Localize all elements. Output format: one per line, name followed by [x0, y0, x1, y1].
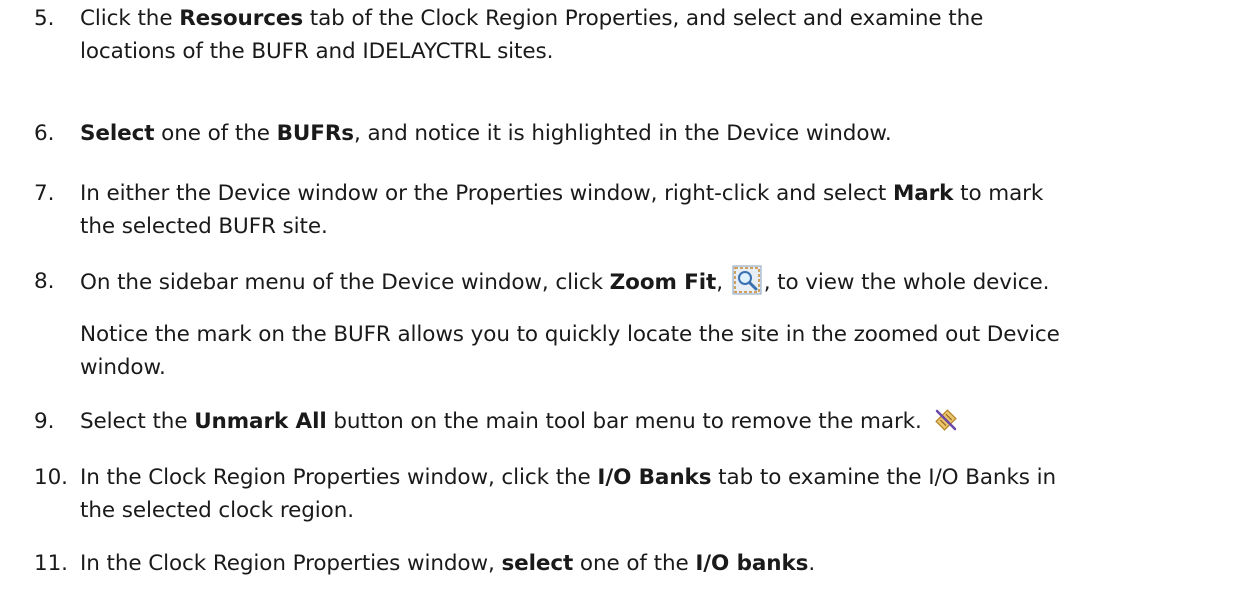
step-number: 8. — [34, 269, 55, 294]
unmark-all-icon — [932, 406, 960, 444]
text-run: to mark — [953, 181, 1044, 206]
text-run: window. — [80, 355, 166, 380]
text-run: In the Clock Region Properties window, — [80, 551, 502, 576]
bold-term: Resources — [179, 6, 304, 31]
text-run: Click the — [80, 6, 180, 31]
step-number: 6. — [34, 121, 55, 146]
bold-term: I/O Banks — [597, 465, 712, 490]
bold-term: Zoom Fit — [609, 270, 717, 295]
step-number: 11. — [34, 551, 68, 576]
text-run: In the Clock Region Properties window, c… — [80, 465, 598, 490]
text-run: locations of the BUFR and IDELAYCTRL sit… — [80, 39, 554, 64]
text-run: , — [716, 270, 730, 295]
step-number: 5. — [34, 6, 55, 31]
note-paragraph: Notice the mark on the BUFR allows you t… — [80, 318, 1250, 384]
document-page: 5. Click the Resources tab of the Clock … — [0, 0, 1252, 609]
step-number: 7. — [34, 181, 55, 206]
bold-term: Select — [80, 121, 155, 146]
text-run: Notice the mark on the BUFR allows you t… — [80, 322, 1060, 347]
step-text: Click the Resources tab of the Clock Reg… — [80, 2, 1240, 68]
text-run: In either the Device window or the Prope… — [80, 181, 893, 206]
text-run: , and notice it is highlighted in the De… — [354, 121, 892, 146]
text-run: the selected clock region. — [80, 498, 354, 523]
step-number: 9. — [34, 409, 55, 434]
text-run: one of the — [573, 551, 696, 576]
step-number: 10. — [34, 465, 68, 490]
bold-term: I/O banks — [695, 551, 809, 576]
text-run: the selected BUFR site. — [80, 214, 328, 239]
step-text: In the Clock Region Properties window, s… — [80, 547, 1240, 580]
bold-term: Unmark All — [194, 409, 327, 434]
step-text: In the Clock Region Properties window, c… — [80, 461, 1240, 527]
text-run: one of the — [154, 121, 277, 146]
step-text: In either the Device window or the Prope… — [80, 177, 1240, 243]
text-run: button on the main tool bar menu to remo… — [326, 409, 922, 434]
text-run: tab to examine the I/O Banks in — [711, 465, 1057, 490]
step-text: Select one of the BUFRs, and notice it i… — [80, 117, 1240, 150]
step-text: On the sidebar menu of the Device window… — [80, 265, 1240, 305]
text-run: . — [808, 551, 816, 576]
bold-term: Mark — [892, 181, 954, 206]
step-text: Select the Unmark All button on the main… — [80, 405, 1240, 444]
zoom-fit-icon — [732, 265, 762, 305]
text-run: Select the — [80, 409, 195, 434]
bold-term: select — [501, 551, 574, 576]
text-run: On the sidebar menu of the Device window… — [80, 270, 610, 295]
bold-term: BUFRs — [276, 121, 354, 146]
text-run: , to view the whole device. — [763, 270, 1050, 295]
text-run: tab of the Clock Region Properties, and … — [303, 6, 984, 31]
